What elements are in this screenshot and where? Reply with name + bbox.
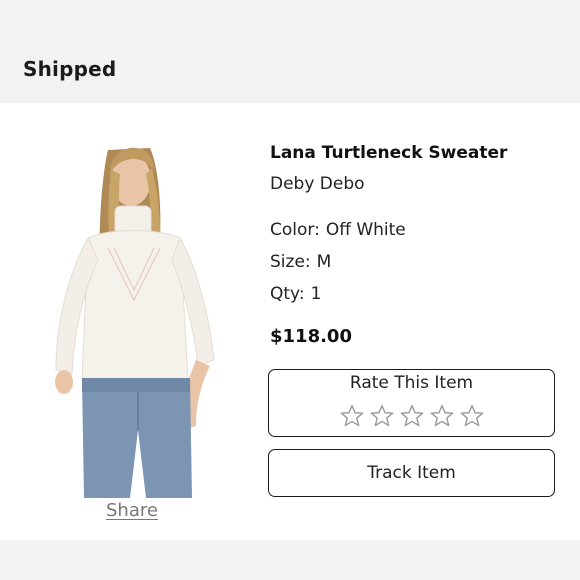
size-label: Size: [270,252,311,272]
order-status-title: Shipped [23,57,117,81]
track-item-button[interactable]: Track Item [268,449,555,497]
star-outline-icon[interactable] [429,403,455,429]
size-attribute: Size: M [270,252,331,272]
color-attribute: Color: Off White [270,220,406,240]
rate-item-label: Rate This Item [349,373,474,393]
star-outline-icon[interactable] [399,403,425,429]
header-bar: Shipped [0,0,580,103]
rate-item-box: Rate This Item [268,369,555,437]
size-value: M [316,252,332,272]
product-image[interactable] [38,130,238,498]
qty-label: Qty: [270,284,305,304]
order-item-page: Shipped Share Lana Turtleneck Sweater De… [0,0,580,580]
qty-attribute: Qty: 1 [270,284,321,304]
qty-value: 1 [310,284,322,304]
star-outline-icon[interactable] [369,403,395,429]
footer-bar [0,540,580,580]
color-label: Color: [270,220,320,240]
star-outline-icon[interactable] [339,403,365,429]
star-rating [339,403,485,431]
product-brand: Deby Debo [270,174,365,194]
star-outline-icon[interactable] [459,403,485,429]
color-value: Off White [325,220,406,240]
product-price: $118.00 [270,326,352,347]
product-name: Lana Turtleneck Sweater [270,143,508,163]
share-link[interactable]: Share [106,500,158,521]
